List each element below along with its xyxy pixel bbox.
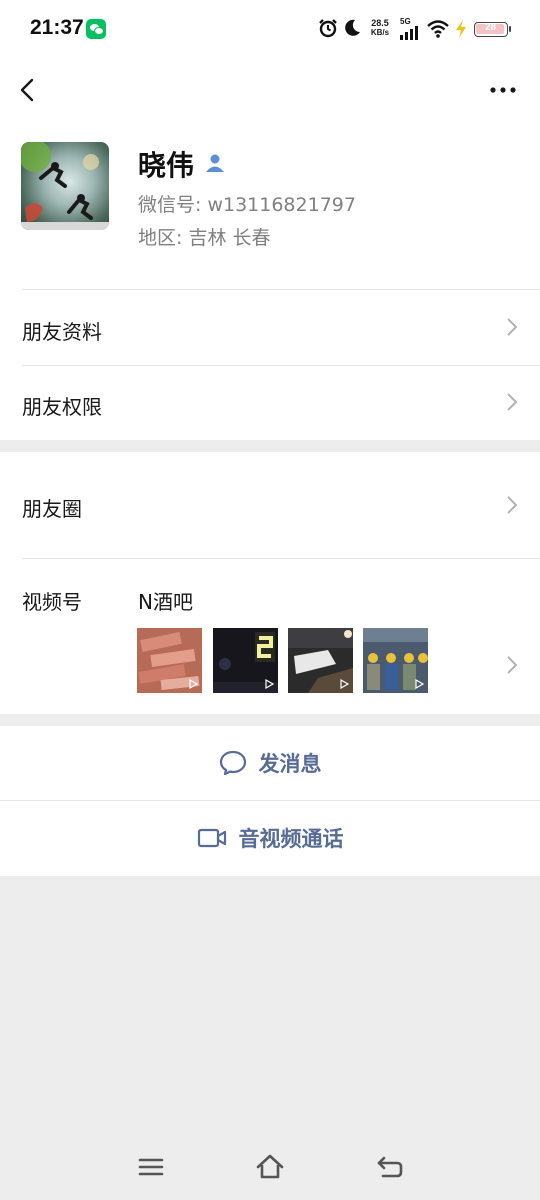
play-icon [189,679,198,689]
wifi-icon [427,20,449,38]
net-speed-unit: KB/s [370,28,390,37]
wechat-id: 微信号: w13116821797 [138,194,356,216]
person-icon [206,154,224,172]
chevron-right-icon [507,496,518,514]
more-dots-icon[interactable] [488,76,518,104]
channels-row[interactable]: 视频号 N酒吧 [0,559,540,714]
channels-label: 视频号 [22,590,82,614]
status-icons: 28.5 KB/s 5G 28 [318,16,511,42]
play-icon [265,679,274,689]
net-speed: 28.5 KB/s [366,18,394,38]
moon-icon [345,19,360,36]
back-chevron-icon[interactable] [14,74,42,106]
send-message-button[interactable]: 发消息 [0,726,540,800]
channel-name: N酒吧 [138,590,193,614]
moments-label: 朋友圈 [22,497,82,521]
feed-card: 朋友圈 视频号 N酒吧 [0,452,540,714]
signal-icon [400,26,418,40]
audio-video-call-button[interactable]: 音视频通话 [0,801,540,875]
net-speed-value: 28.5 [371,18,389,28]
chevron-right-icon [507,393,518,411]
night-lights-thumbnail[interactable] [213,628,278,693]
workers-group-thumbnail[interactable] [363,628,428,693]
friend-permissions-label: 朋友权限 [22,395,102,419]
menu-icon[interactable] [136,1152,166,1182]
wechat-notification-icon [86,19,106,39]
action-card: 发消息 音视频通话 [0,726,540,876]
status-bar: 21:37 28.5 KB/s 5G 28 [0,0,540,58]
profile-card: 晓伟 微信号: w13116821797 地区: 吉林 长春 朋友资料 朋友权限 [0,58,540,440]
alarm-icon [319,19,337,38]
play-icon [340,679,349,689]
region: 地区: 吉林 长春 [138,227,271,249]
street-scene-thumbnail[interactable] [288,628,353,693]
status-time: 21:37 [30,16,84,39]
avatar[interactable] [21,142,109,230]
money-stack-thumbnail[interactable] [137,628,202,693]
play-icon [415,679,424,689]
friend-permissions-row[interactable]: 朋友权限 [0,366,540,440]
chevron-right-icon [507,318,518,336]
friend-profile-screen: 21:37 28.5 KB/s 5G 28 晓伟 微信号: w131168217… [0,0,540,1200]
battery-icon: 28 [474,22,511,37]
video-camera-icon [197,828,226,848]
home-icon[interactable] [255,1152,285,1182]
back-icon[interactable] [375,1152,405,1182]
moments-row[interactable]: 朋友圈 [0,452,540,558]
battery-level: 28 [484,22,497,33]
chat-bubble-icon [219,750,246,776]
avatar-image [21,142,109,230]
audio-video-call-label: 音视频通话 [238,827,344,851]
network-type: 5G [400,17,411,26]
nickname: 晓伟 [138,149,195,182]
chevron-right-icon [507,656,518,674]
friend-info-row[interactable]: 朋友资料 [0,290,540,365]
charging-icon [456,20,466,38]
send-message-label: 发消息 [258,752,322,776]
friend-info-label: 朋友资料 [22,320,102,344]
